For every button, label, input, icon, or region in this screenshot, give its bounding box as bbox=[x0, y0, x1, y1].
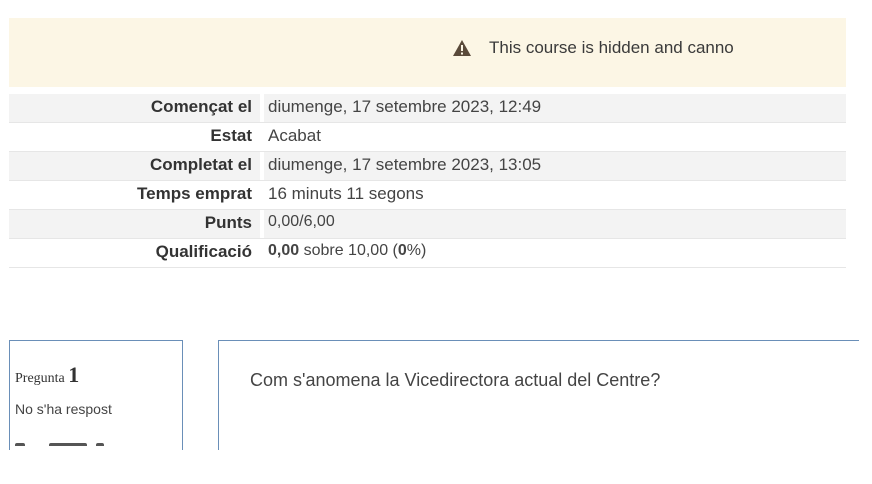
question-state: No s'ha respost bbox=[15, 401, 112, 417]
summary-label-marks: Punts bbox=[204, 213, 252, 232]
attempt-summary-table: Començat el diumenge, 17 setembre 2023, … bbox=[9, 94, 846, 316]
summary-label-state: Estat bbox=[210, 126, 252, 145]
page-bottom-blank bbox=[0, 450, 872, 484]
question-label: Pregunta bbox=[15, 371, 65, 386]
summary-row-completed: Completat el diumenge, 17 setembre 2023,… bbox=[9, 152, 846, 180]
question-number: 1 bbox=[68, 362, 80, 387]
summary-value-grade: 0,00 sobre 10,00 (0%) bbox=[268, 242, 426, 260]
summary-value-started: diumenge, 17 setembre 2023, 12:49 bbox=[268, 97, 542, 116]
summary-value-marks: 0,00/6,00 bbox=[268, 213, 335, 230]
summary-row-state: Estat Acabat bbox=[9, 123, 846, 151]
question-number-label: Pregunta 1 bbox=[15, 362, 79, 388]
summary-label-completed: Completat el bbox=[149, 155, 252, 174]
summary-row-time-taken: Temps emprat 16 minuts 11 segons bbox=[9, 181, 846, 209]
summary-label-started: Començat el bbox=[150, 97, 252, 116]
banner-message: This course is hidden and canno bbox=[489, 38, 734, 57]
summary-row-grade: Qualificació 0,00 sobre 10,00 (0%) bbox=[9, 239, 846, 267]
question-text: Com s'anomena la Vicedirectora actual de… bbox=[250, 370, 661, 390]
summary-value-completed: diumenge, 17 setembre 2023, 13:05 bbox=[268, 155, 542, 174]
warning-triangle-icon bbox=[453, 40, 471, 56]
grade-percent-suffix: %) bbox=[406, 242, 427, 259]
summary-row-started: Començat el diumenge, 17 setembre 2023, … bbox=[9, 94, 846, 122]
summary-value-state: Acabat bbox=[268, 126, 321, 145]
summary-label-grade: Qualificació bbox=[155, 242, 252, 261]
grade-score: 0,00 bbox=[268, 242, 300, 259]
summary-label-time-taken: Temps emprat bbox=[137, 184, 252, 203]
summary-row-marks: Punts 0,00/6,00 bbox=[9, 210, 846, 238]
grade-out-of: sobre 10,00 ( bbox=[299, 242, 398, 259]
summary-value-time-taken: 16 minuts 11 segons bbox=[268, 184, 424, 203]
question-info-more bbox=[15, 436, 165, 446]
grade-percent: 0 bbox=[397, 242, 407, 259]
